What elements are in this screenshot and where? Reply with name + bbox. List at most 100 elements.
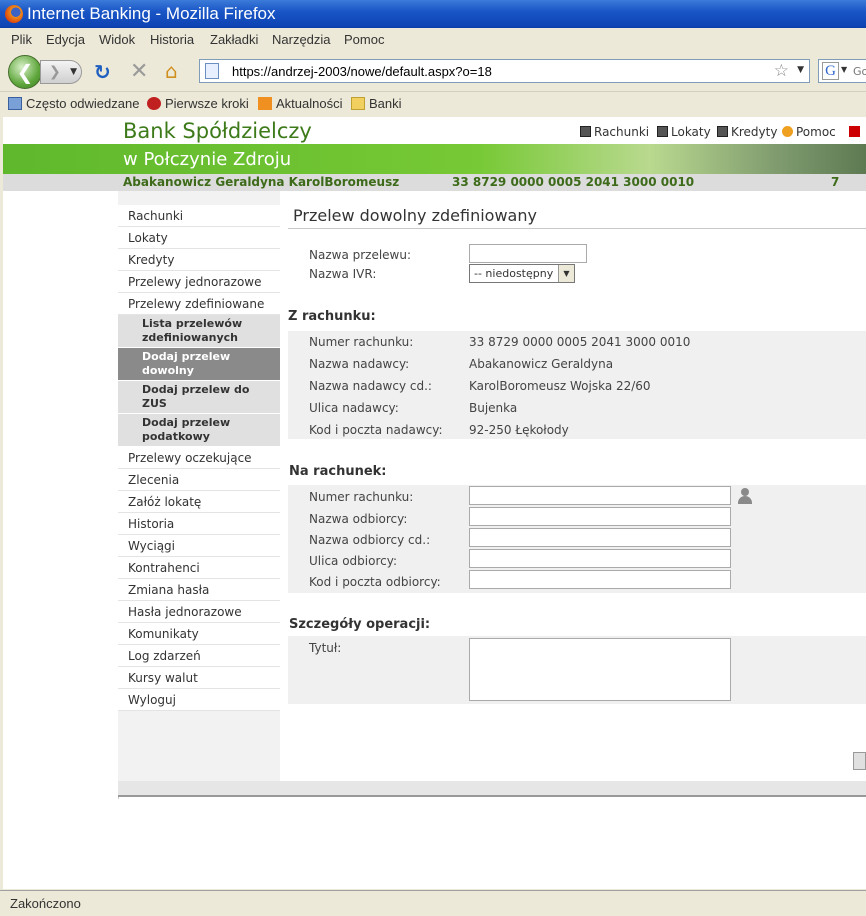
from-account-header: Z rachunku: <box>288 309 376 324</box>
recipient-postcode-input[interactable] <box>469 570 731 589</box>
toplink-pomoc[interactable]: Pomoc <box>782 125 836 139</box>
from-label: Ulica nadawcy: <box>309 401 399 415</box>
sidebar-item-rachunki[interactable]: Rachunki <box>118 205 280 227</box>
title-label: Tytuł: <box>309 641 342 655</box>
ivr-selected-value: -- niedostępny <box>474 267 554 280</box>
folder-icon <box>351 97 365 110</box>
bookmark-czesto-odwiedzane[interactable]: Często odwiedzane <box>8 96 139 111</box>
bookmark-label: Często odwiedzane <box>26 96 140 111</box>
menu-edycja[interactable]: Edycja <box>46 32 85 47</box>
sidebar-menu: Rachunki Lokaty Kredyty Przelewy jednora… <box>118 205 280 711</box>
recipient-name2-input[interactable] <box>469 528 731 547</box>
logout-icon[interactable] <box>849 125 860 139</box>
sidebar-item-przelewy-zdefiniowane[interactable]: Przelewy zdefiniowane <box>118 293 280 315</box>
status-bar: Zakończono <box>0 890 866 916</box>
menu-historia[interactable]: Historia <box>150 32 194 47</box>
to-account-header: Na rachunek: <box>289 464 387 479</box>
chevron-down-icon[interactable]: ▼ <box>558 265 574 282</box>
toplink-rachunki[interactable]: Rachunki <box>580 125 649 139</box>
from-label: Kod i poczta nadawcy: <box>309 423 443 437</box>
google-icon[interactable]: G <box>822 62 839 80</box>
deposit-icon <box>657 126 668 137</box>
rss-icon <box>258 97 272 110</box>
home-icon[interactable]: ⌂ <box>165 59 178 83</box>
sidebar-item-zlecenia[interactable]: Zlecenia <box>118 469 280 491</box>
menu-bar: Plik Edycja Widok Historia Zakładki Narz… <box>0 28 866 50</box>
transfer-title-textarea[interactable] <box>469 638 731 701</box>
credit-icon <box>717 126 728 137</box>
sidebar-sub-lista-przelewow[interactable]: Lista przelewów zdefiniowanych <box>118 315 280 348</box>
ivr-select[interactable]: -- niedostępny ▼ <box>469 264 575 283</box>
recipient-name-input[interactable] <box>469 507 731 526</box>
search-box[interactable]: G ▼ Go <box>818 59 866 83</box>
search-engine-dropdown-icon[interactable]: ▼ <box>841 65 847 74</box>
contact-person-icon[interactable] <box>738 488 752 504</box>
sidebar-item-wyciagi[interactable]: Wyciągi <box>118 535 280 557</box>
sidebar-item-przelewy-jednorazowe[interactable]: Przelewy jednorazowe <box>118 271 280 293</box>
from-label: Nazwa nadawcy: <box>309 357 410 371</box>
recipient-account-input[interactable] <box>469 486 731 505</box>
menu-widok[interactable]: Widok <box>99 32 135 47</box>
sidebar-item-wyloguj[interactable]: Wyloguj <box>118 689 280 711</box>
bookmark-star-icon[interactable]: ☆ <box>774 61 789 81</box>
bookmark-banki[interactable]: Banki <box>351 96 402 111</box>
url-dropdown-icon[interactable]: ▼ <box>797 65 804 75</box>
transfer-name-label: Nazwa przelewu: <box>309 248 412 262</box>
submit-button-partial[interactable] <box>853 752 866 770</box>
content-footer-bar <box>118 781 866 797</box>
sidebar-sub-dodaj-przelew-zus[interactable]: Dodaj przelew do ZUS <box>118 381 280 414</box>
bookmark-label: Pierwsze kroki <box>165 96 249 111</box>
to-label: Numer rachunku: <box>309 490 414 504</box>
stop-icon[interactable]: ✕ <box>130 59 148 84</box>
smart-folder-icon <box>8 97 22 110</box>
forward-button[interactable]: ❯ ▼ <box>40 60 82 84</box>
sidebar-item-przelewy-oczekujace[interactable]: Przelewy oczekujące <box>118 447 280 469</box>
menu-narzedzia[interactable]: Narzędzia <box>272 32 331 47</box>
reload-icon[interactable]: ↻ <box>94 60 111 84</box>
bookmark-label: Banki <box>369 96 402 111</box>
recipient-street-input[interactable] <box>469 549 731 568</box>
sidebar-item-komunikaty[interactable]: Komunikaty <box>118 623 280 645</box>
sidebar-sub-dodaj-przelew-dowolny[interactable]: Dodaj przelew dowolny <box>118 348 280 381</box>
firefox-bookmark-icon <box>147 97 161 110</box>
sidebar-item-lokaty[interactable]: Lokaty <box>118 227 280 249</box>
menu-zakladki[interactable]: Zakładki <box>210 32 258 47</box>
sidebar-item-kursy-walut[interactable]: Kursy walut <box>118 667 280 689</box>
from-value: 92-250 Łękołody <box>469 423 569 437</box>
bookmark-aktualnosci[interactable]: Aktualności <box>258 96 342 111</box>
customer-name: Abakanowicz Geraldyna KarolBoromeusz <box>123 175 400 189</box>
from-label: Nazwa nadawcy cd.: <box>309 379 432 393</box>
bank-name: Bank Spółdzielczy <box>123 119 312 143</box>
details-header: Szczegóły operacji: <box>289 617 431 632</box>
firefox-logo-icon <box>5 5 23 23</box>
sidebar-item-kredyty[interactable]: Kredyty <box>118 249 280 271</box>
from-value: 33 8729 0000 0005 2041 3000 0010 <box>469 335 691 349</box>
sidebar-item-kontrahenci[interactable]: Kontrahenci <box>118 557 280 579</box>
menu-plik[interactable]: Plik <box>11 32 32 47</box>
sidebar-item-hasla-jednorazowe[interactable]: Hasła jednorazowe <box>118 601 280 623</box>
toplink-kredyty[interactable]: Kredyty <box>717 125 777 139</box>
to-label: Nazwa odbiorcy: <box>309 512 408 526</box>
window-title: Internet Banking - Mozilla Firefox <box>27 4 276 23</box>
bank-subtitle: w Połczynie Zdroju <box>123 149 292 170</box>
title-divider <box>288 228 866 229</box>
header-banner: w Połczynie Zdroju <box>3 144 866 174</box>
sidebar-item-zaloz-lokate[interactable]: Załóż lokatę <box>118 491 280 513</box>
from-value: Bujenka <box>469 401 518 415</box>
sidebar-item-log-zdarzen[interactable]: Log zdarzeń <box>118 645 280 667</box>
bookmarks-toolbar: Często odwiedzane Pierwsze kroki Aktualn… <box>0 92 866 116</box>
url-bar[interactable]: https://andrzej-2003/nowe/default.aspx?o… <box>199 59 810 83</box>
url-text[interactable]: https://andrzej-2003/nowe/default.aspx?o… <box>232 64 492 79</box>
status-text: Zakończono <box>10 896 81 911</box>
to-label: Kod i poczta odbiorcy: <box>309 575 441 589</box>
history-dropdown-icon[interactable]: ▼ <box>70 61 77 83</box>
menu-pomoc[interactable]: Pomoc <box>344 32 384 47</box>
sidebar-item-historia[interactable]: Historia <box>118 513 280 535</box>
back-button[interactable]: ❮ <box>8 55 42 89</box>
page-title: Przelew dowolny zdefiniowany <box>293 206 537 225</box>
toplink-lokaty[interactable]: Lokaty <box>657 125 711 139</box>
sidebar-sub-dodaj-przelew-podatkowy[interactable]: Dodaj przelew podatkowy <box>118 414 280 447</box>
sidebar-item-zmiana-hasla[interactable]: Zmiana hasła <box>118 579 280 601</box>
transfer-name-input[interactable] <box>469 244 587 263</box>
bookmark-pierwsze-kroki[interactable]: Pierwsze kroki <box>147 96 249 111</box>
